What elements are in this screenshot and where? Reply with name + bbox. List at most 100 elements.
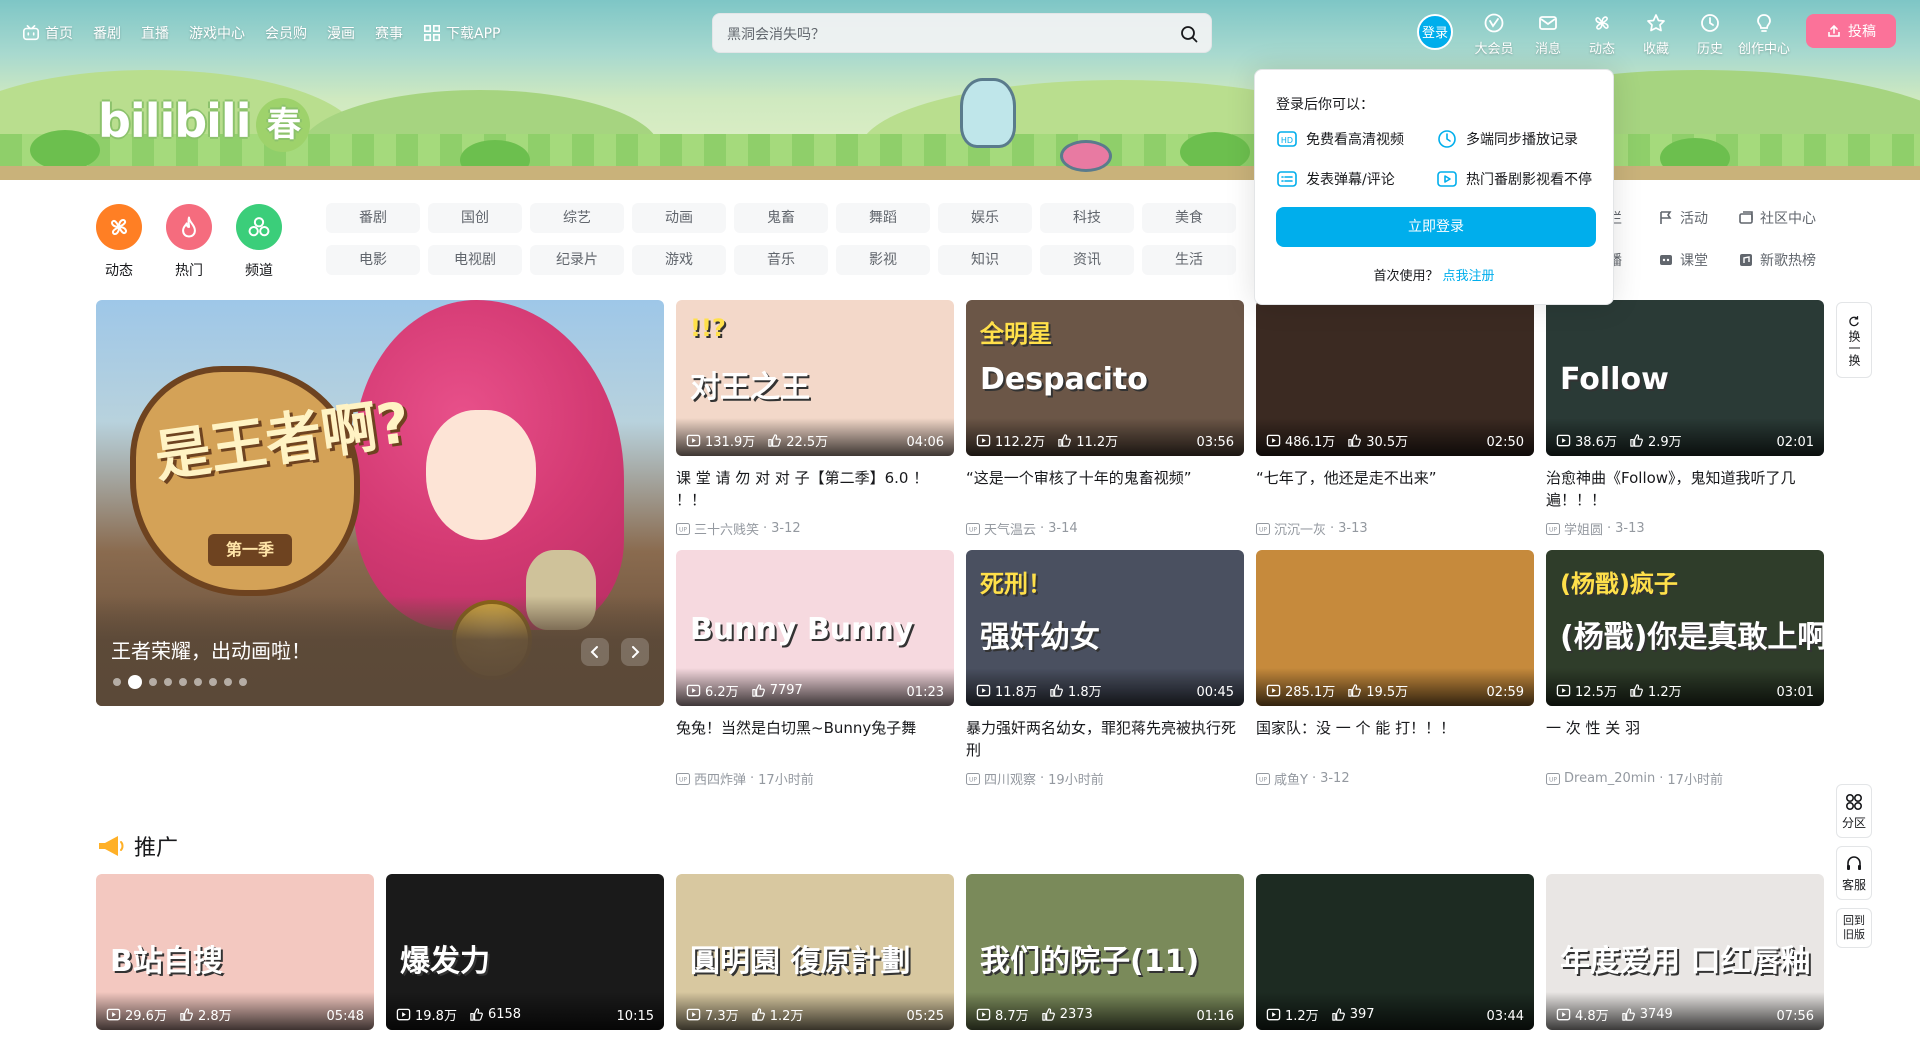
video-thumbnail[interactable]: Follow 38.6万 2.9万 02:01: [1546, 300, 1824, 456]
video-thumbnail[interactable]: 285.1万 19.5万 02:59: [1256, 550, 1534, 706]
video-thumbnail[interactable]: Bunny Bunny 6.2万 7797 01:23: [676, 550, 954, 706]
tag-dance[interactable]: 舞蹈: [836, 203, 930, 233]
nav-dynamics[interactable]: 动态: [1575, 10, 1629, 57]
search-icon[interactable]: [1179, 24, 1199, 44]
tag-bangumi[interactable]: 番剧: [326, 203, 420, 233]
video-author[interactable]: 三十六贱笑: [694, 519, 759, 538]
upload-button[interactable]: 投稿: [1806, 14, 1896, 48]
link-new-songs[interactable]: 新歌热榜: [1738, 250, 1848, 270]
video-author[interactable]: 四川观察: [984, 769, 1036, 788]
tag-food[interactable]: 美食: [1142, 203, 1236, 233]
link-classroom[interactable]: 课堂: [1658, 250, 1738, 270]
tag-tech[interactable]: 科技: [1040, 203, 1134, 233]
service-button[interactable]: 客服: [1836, 846, 1872, 900]
register-link[interactable]: 点我注册: [1443, 269, 1495, 284]
video-thumbnail[interactable]: 爆发力 19.8万 6158 10:15: [386, 874, 664, 1030]
nav-esports[interactable]: 赛事: [375, 23, 403, 43]
video-author[interactable]: Dream_20min: [1564, 771, 1655, 786]
tag-guochuang[interactable]: 国创: [428, 203, 522, 233]
video-author[interactable]: 咸鱼Y: [1274, 769, 1308, 788]
search-input[interactable]: [727, 22, 1157, 46]
promo-card[interactable]: 爆发力 19.8万 6158 10:15: [386, 874, 664, 1030]
carousel-dot[interactable]: [128, 675, 142, 689]
hero-carousel[interactable]: 是王者啊? 第一季 王者荣耀，出动画啦！: [96, 300, 664, 706]
promo-card[interactable]: 我们的院子(11) 8.7万 2373 01:16: [966, 874, 1244, 1030]
zone-button[interactable]: 分区: [1836, 784, 1872, 838]
video-thumbnail[interactable]: Despacito 全明星 112.2万 11.2万 03:56: [966, 300, 1244, 456]
carousel-dot[interactable]: [179, 678, 187, 686]
video-card[interactable]: Bunny Bunny 6.2万 7797 01:23 兔兔！当然是白切黑~Bunny兔…: [676, 550, 954, 800]
video-title[interactable]: 治愈神曲《Follow》，鬼知道我听了几遍！！！: [1546, 467, 1824, 511]
video-author[interactable]: 沉沉一灰: [1274, 519, 1326, 538]
tag-news[interactable]: 资讯: [1040, 245, 1134, 275]
carousel-title[interactable]: 王者荣耀，出动画啦！: [111, 635, 311, 664]
carousel-dot[interactable]: [224, 678, 232, 686]
channel-dynamics[interactable]: 动态: [96, 204, 142, 280]
old-version-button[interactable]: 回到旧版: [1836, 908, 1872, 948]
link-community[interactable]: 社区中心: [1738, 208, 1848, 228]
nav-vip[interactable]: 大会员: [1467, 10, 1521, 57]
video-title[interactable]: 一 次 性 关 羽: [1546, 717, 1824, 761]
tag-entertainment[interactable]: 娱乐: [938, 203, 1032, 233]
nav-mall[interactable]: 会员购: [265, 23, 307, 43]
carousel-dot[interactable]: [209, 678, 217, 686]
video-title[interactable]: “这是一个审核了十年的鬼畜视频”: [966, 467, 1244, 511]
video-thumbnail[interactable]: 对王之王!!? 131.9万 22.5万 04:06: [676, 300, 954, 456]
carousel-dot[interactable]: [164, 678, 172, 686]
video-card[interactable]: (杨戬)你是真敢上啊 (杨戬)疯子 12.5万 1.2万 03:01 一 次 性 关 羽 U…: [1546, 550, 1824, 800]
nav-manga[interactable]: 漫画: [327, 23, 355, 43]
nav-favorites[interactable]: 收藏: [1629, 10, 1683, 57]
tag-game[interactable]: 游戏: [632, 245, 726, 275]
promo-card[interactable]: 1.2万 397 03:44: [1256, 874, 1534, 1030]
login-now-button[interactable]: 立即登录: [1276, 207, 1596, 247]
promo-card[interactable]: 年度爱用 口红唇釉 4.8万 3749 07:56: [1546, 874, 1824, 1030]
video-card[interactable]: 486.1万 30.5万 02:50 “七年了，他还是走不出来” UP 沉沉一灰 · 3-13: [1256, 300, 1534, 550]
video-thumbnail[interactable]: B站自搜 29.6万 2.8万 05:48: [96, 874, 374, 1030]
video-title[interactable]: “七年了，他还是走不出来”: [1256, 467, 1534, 511]
carousel-prev-button[interactable]: [581, 638, 609, 666]
refresh-button[interactable]: 换一换: [1836, 302, 1872, 378]
nav-home[interactable]: 首页: [22, 23, 73, 43]
video-card[interactable]: 285.1万 19.5万 02:59 国家队：没 一 个 能 打！！！ UP 咸鱼Y · 3-…: [1256, 550, 1534, 800]
nav-download-app[interactable]: 下载APP: [423, 23, 500, 43]
nav-creator-center[interactable]: 创作中心: [1737, 10, 1791, 57]
video-author[interactable]: 学姐圆: [1564, 519, 1603, 538]
promo-card[interactable]: 圓明園 復原計劃 7.3万 1.2万 05:25: [676, 874, 954, 1030]
bilibili-logo[interactable]: bilibili 春: [98, 94, 311, 152]
video-card[interactable]: Follow 38.6万 2.9万 02:01 治愈神曲《Follow》，鬼知道我听了几…: [1546, 300, 1824, 550]
tag-knowledge[interactable]: 知识: [938, 245, 1032, 275]
tag-variety[interactable]: 综艺: [530, 203, 624, 233]
nav-anime[interactable]: 番剧: [93, 23, 121, 43]
video-thumbnail[interactable]: (杨戬)你是真敢上啊 (杨戬)疯子 12.5万 1.2万 03:01: [1546, 550, 1824, 706]
nav-messages[interactable]: 消息: [1521, 10, 1575, 57]
nav-live[interactable]: 直播: [141, 23, 169, 43]
nav-history[interactable]: 历史: [1683, 10, 1737, 57]
tag-music[interactable]: 音乐: [734, 245, 828, 275]
video-card[interactable]: Despacito 全明星 112.2万 11.2万 03:56 “这是一个审核了十年的鬼…: [966, 300, 1244, 550]
video-title[interactable]: 课 堂 请 勿 对 对 子【第二季】6.0 ！ ！！: [676, 467, 954, 511]
carousel-dot[interactable]: [194, 678, 202, 686]
video-author[interactable]: 西四炸弹: [694, 769, 746, 788]
tag-animation[interactable]: 动画: [632, 203, 726, 233]
link-activity[interactable]: 活动: [1658, 208, 1738, 228]
tag-kichiku[interactable]: 鬼畜: [734, 203, 828, 233]
video-author[interactable]: 天气温云: [984, 519, 1036, 538]
tag-life[interactable]: 生活: [1142, 245, 1236, 275]
tag-movie[interactable]: 电影: [326, 245, 420, 275]
carousel-dot[interactable]: [149, 678, 157, 686]
video-card[interactable]: 对王之王!!? 131.9万 22.5万 04:06 课 堂 请 勿 对 对 子【第二季…: [676, 300, 954, 550]
carousel-next-button[interactable]: [621, 638, 649, 666]
promo-card[interactable]: B站自搜 29.6万 2.8万 05:48: [96, 874, 374, 1030]
tag-tv-series[interactable]: 电视剧: [428, 245, 522, 275]
video-card[interactable]: 强奸幼女 死刑！ 11.8万 1.8万 00:45 暴力强奸两名幼女，罪犯蒋先亮被执行死刑…: [966, 550, 1244, 800]
video-title[interactable]: 兔兔！当然是白切黑~Bunny兔子舞: [676, 717, 954, 761]
video-thumbnail[interactable]: 1.2万 397 03:44: [1256, 874, 1534, 1030]
tag-film[interactable]: 影视: [836, 245, 930, 275]
video-thumbnail[interactable]: 圓明園 復原計劃 7.3万 1.2万 05:25: [676, 874, 954, 1030]
video-title[interactable]: 国家队：没 一 个 能 打！！！: [1256, 717, 1534, 761]
video-thumbnail[interactable]: 年度爱用 口红唇釉 4.8万 3749 07:56: [1546, 874, 1824, 1030]
video-title[interactable]: 暴力强奸两名幼女，罪犯蒋先亮被执行死刑: [966, 717, 1244, 761]
channel-channels[interactable]: 频道: [236, 204, 282, 280]
carousel-dot[interactable]: [239, 678, 247, 686]
nav-game-center[interactable]: 游戏中心: [189, 23, 245, 43]
